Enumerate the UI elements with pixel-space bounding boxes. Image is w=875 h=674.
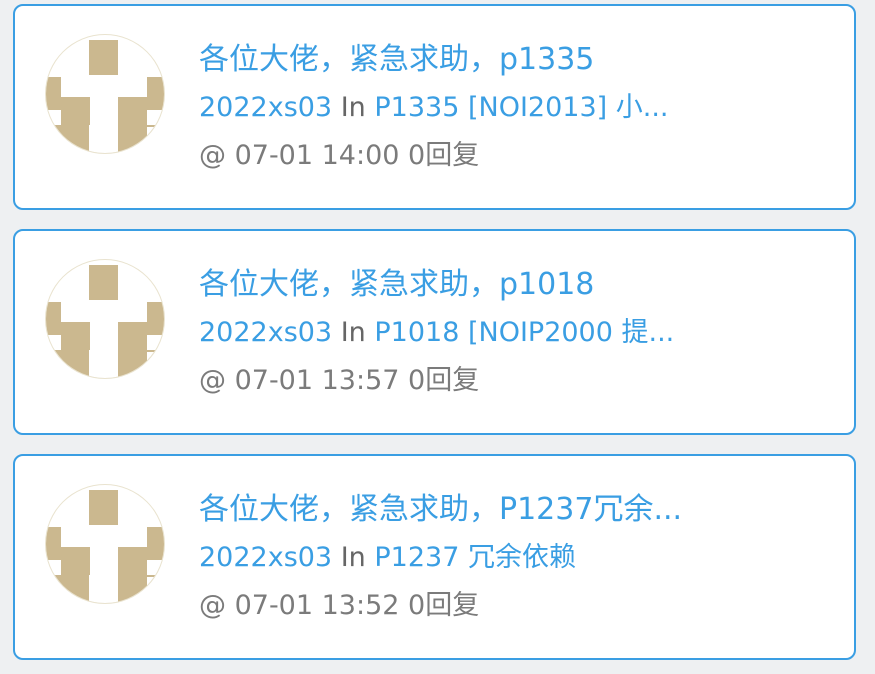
author-link[interactable]: 2022xs03: [199, 92, 332, 123]
post-meta: @ 07-01 14:00 0回复: [199, 140, 480, 171]
discussion-list: 各位大佬，紧急求助，p1335 2022xs03 In P1335 [NOI20…: [0, 0, 875, 674]
discussion-title-link[interactable]: 各位大佬，紧急求助，P1237冗余...: [199, 486, 819, 534]
post-meta: @ 07-01 13:57 0回复: [199, 365, 480, 396]
identicon-avatar-icon[interactable]: [46, 260, 164, 378]
discussion-card[interactable]: 各位大佬，紧急求助，p1018 2022xs03 In P1018 [NOIP2…: [13, 229, 856, 435]
author-link[interactable]: 2022xs03: [199, 317, 332, 348]
identicon-avatar-icon[interactable]: [46, 485, 164, 603]
problem-link[interactable]: P1335 [NOI2013] 小...: [374, 92, 668, 123]
in-label: In: [340, 542, 366, 573]
author-link[interactable]: 2022xs03: [199, 542, 332, 573]
in-label: In: [340, 317, 366, 348]
discussion-title-link[interactable]: 各位大佬，紧急求助，p1018: [199, 261, 819, 309]
discussion-context: 2022xs03 In P1018 [NOIP2000 提...: [199, 309, 819, 357]
problem-link[interactable]: P1237 冗余依赖: [374, 542, 576, 573]
post-meta: @ 07-01 13:52 0回复: [199, 590, 480, 621]
in-label: In: [340, 92, 366, 123]
discussion-context: 2022xs03 In P1237 冗余依赖: [199, 534, 819, 582]
discussion-card[interactable]: 各位大佬，紧急求助，p1335 2022xs03 In P1335 [NOI20…: [13, 4, 856, 210]
discussion-card[interactable]: 各位大佬，紧急求助，P1237冗余... 2022xs03 In P1237 冗…: [13, 454, 856, 660]
discussion-context: 2022xs03 In P1335 [NOI2013] 小...: [199, 84, 819, 132]
discussion-title-link[interactable]: 各位大佬，紧急求助，p1335: [199, 36, 819, 84]
problem-link[interactable]: P1018 [NOIP2000 提...: [374, 317, 674, 348]
identicon-avatar-icon[interactable]: [46, 35, 164, 153]
